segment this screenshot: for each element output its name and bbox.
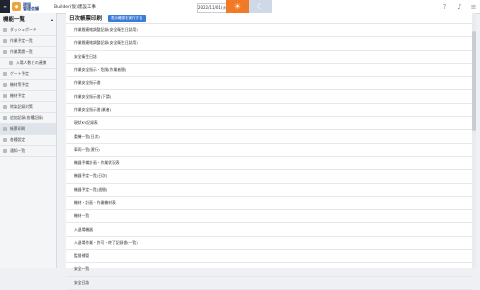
chevron-up-icon[interactable]: ▴ (51, 17, 53, 22)
menu-item-icon (3, 116, 7, 120)
list-item[interactable]: 機器予定一覧(週間) (66, 184, 472, 197)
sidebar-header: 機能一覧 ▴ (0, 13, 56, 25)
main-content: 日次帳票印刷 表示確認を実行する 作業間連絡調整記録(安全衛生日誌用) 作業間連絡… (66, 13, 472, 290)
menu-item-icon (3, 149, 7, 153)
list-item[interactable]: 作業安全指示・危険(作業者間) (66, 64, 472, 78)
sidebar-item-label: 機材予定 (10, 93, 26, 98)
sidebar-item-label: 入場人数との連携 (16, 60, 47, 65)
menu-item-icon (9, 61, 13, 65)
app-logo: ◆ 現場 管理会議 (12, 2, 42, 11)
sidebar-item-label: 追加記録(各種記録) (10, 115, 44, 120)
list-item[interactable]: 作業安全指示書 (66, 77, 472, 91)
date-input[interactable]: 2022/11/01(火) (197, 2, 229, 13)
project-selector[interactable]: Builder(仮)建設工事 ▾ (54, 3, 199, 10)
list-item[interactable]: 機材・計画・作業機材表 (66, 197, 472, 211)
sidebar-title: 機能一覧 (3, 17, 26, 23)
sidebar-item-label: 作業実績一覧 (10, 49, 33, 54)
sidebar-item[interactable]: 除染記録対策 (0, 102, 56, 113)
menu-item-icon (3, 83, 7, 87)
sidebar-item[interactable]: 各種設定 (0, 135, 56, 146)
sidebar-item-label: 除染記録対策 (10, 104, 33, 109)
menu-item-icon (3, 72, 7, 76)
sidebar: 機能一覧 ▴ ダッシュボード 作業予定一覧 作業実績一覧 入場人数との連携 ゲート予定機… (0, 13, 57, 268)
sidebar-item-label: ゲート予定 (10, 71, 29, 76)
sidebar-item[interactable]: 作業実績一覧 (0, 47, 56, 58)
logo-mark-icon: ◆ (12, 2, 21, 11)
menu-item-icon (3, 138, 7, 142)
sidebar-item[interactable]: 機材等予定 (0, 80, 56, 91)
bell-icon[interactable]: ♪ (455, 2, 464, 11)
sidebar-item-label: 帳票印刷 (10, 126, 26, 131)
execute-button[interactable]: 表示確認を実行する (108, 14, 146, 22)
list-item[interactable]: 作業間連絡調整記録(安全衛生日誌用) (66, 37, 472, 51)
page-header: 日次帳票印刷 表示確認を実行する (66, 13, 472, 24)
sidebar-item[interactable]: 機材予定 (0, 91, 56, 102)
menu-item-icon (3, 127, 7, 131)
menu-item-icon (3, 105, 7, 109)
sidebar-item-label: 機材等予定 (10, 82, 29, 87)
sidebar-item[interactable]: 通知一覧 (0, 146, 56, 157)
menu-item-icon (3, 39, 7, 43)
sidebar-item-label: 通知一覧 (10, 148, 26, 153)
list-item[interactable]: 作業間連絡調整記録(安全衛生日誌用) (66, 24, 472, 38)
sidebar-item-label: 各種設定 (10, 137, 26, 142)
list-item[interactable]: 機器予備計画・作業状況表 (66, 157, 472, 171)
page-title: 日次帳票印刷 (69, 16, 103, 22)
help-icon[interactable]: ? (440, 2, 449, 11)
list-item[interactable]: 安全衛生日誌 (66, 51, 472, 64)
menu-icon: ≡ (3, 4, 7, 9)
sidebar-item[interactable]: ゲート予定 (0, 69, 56, 80)
sidebar-item[interactable]: 作業予定一覧 (0, 36, 56, 47)
menu-toggle-button[interactable]: ≡ (0, 0, 10, 13)
scrollbar[interactable] (472, 13, 476, 268)
project-name: Builder(仮)建設工事 (54, 4, 96, 10)
sidebar-item[interactable]: 帳票印刷 (0, 124, 56, 135)
moon-icon: ☾ (256, 2, 265, 11)
sidebar-item-label: 作業予定一覧 (10, 38, 33, 43)
list-item[interactable]: 入退場作業・許可・終了記録書(一覧) (66, 237, 472, 251)
list-item[interactable]: 入退場機器 (66, 223, 472, 237)
list-item[interactable]: 機材一覧 (66, 210, 472, 224)
list-item[interactable]: 監督補管 (66, 250, 472, 264)
menu-item-icon (3, 28, 7, 32)
scrollbar-thumb[interactable] (472, 31, 476, 131)
list-item[interactable]: 作業安全指示書(業者) (66, 104, 472, 118)
list-item[interactable]: 車両一覧(運行) (66, 144, 472, 157)
list-item[interactable]: 安全一覧 (66, 263, 472, 277)
list-item[interactable]: 重機一覧(日次) (66, 130, 472, 144)
sidebar-item[interactable]: 入場人数との連携 (0, 58, 56, 69)
sun-icon: ☀ (233, 2, 242, 11)
sidebar-item-label: ダッシュボード (10, 27, 37, 32)
top-bar: ≡ ◆ 現場 管理会議 Builder(仮)建設工事 ▾ 2022/11/01(… (0, 0, 480, 14)
sidebar-item[interactable]: 追加記録(各種記録) (0, 113, 56, 124)
menu-item-icon (3, 50, 7, 54)
theme-light-button[interactable]: ☀ (226, 0, 249, 13)
list-item[interactable]: 作業安全指示書(下請) (66, 90, 472, 104)
list-item[interactable]: 安全日誌 (66, 277, 472, 290)
list-item[interactable]: 現状KY記録表 (66, 117, 472, 131)
logo-text: 現場 管理会議 (23, 1, 39, 11)
hamburger-menu-icon[interactable]: ≡ (469, 2, 478, 11)
theme-dark-button[interactable]: ☾ (249, 0, 272, 13)
menu-item-icon (3, 94, 7, 98)
sidebar-item[interactable]: ダッシュボード (0, 25, 56, 36)
list-item[interactable]: 機器予定一覧(日次) (66, 170, 472, 184)
